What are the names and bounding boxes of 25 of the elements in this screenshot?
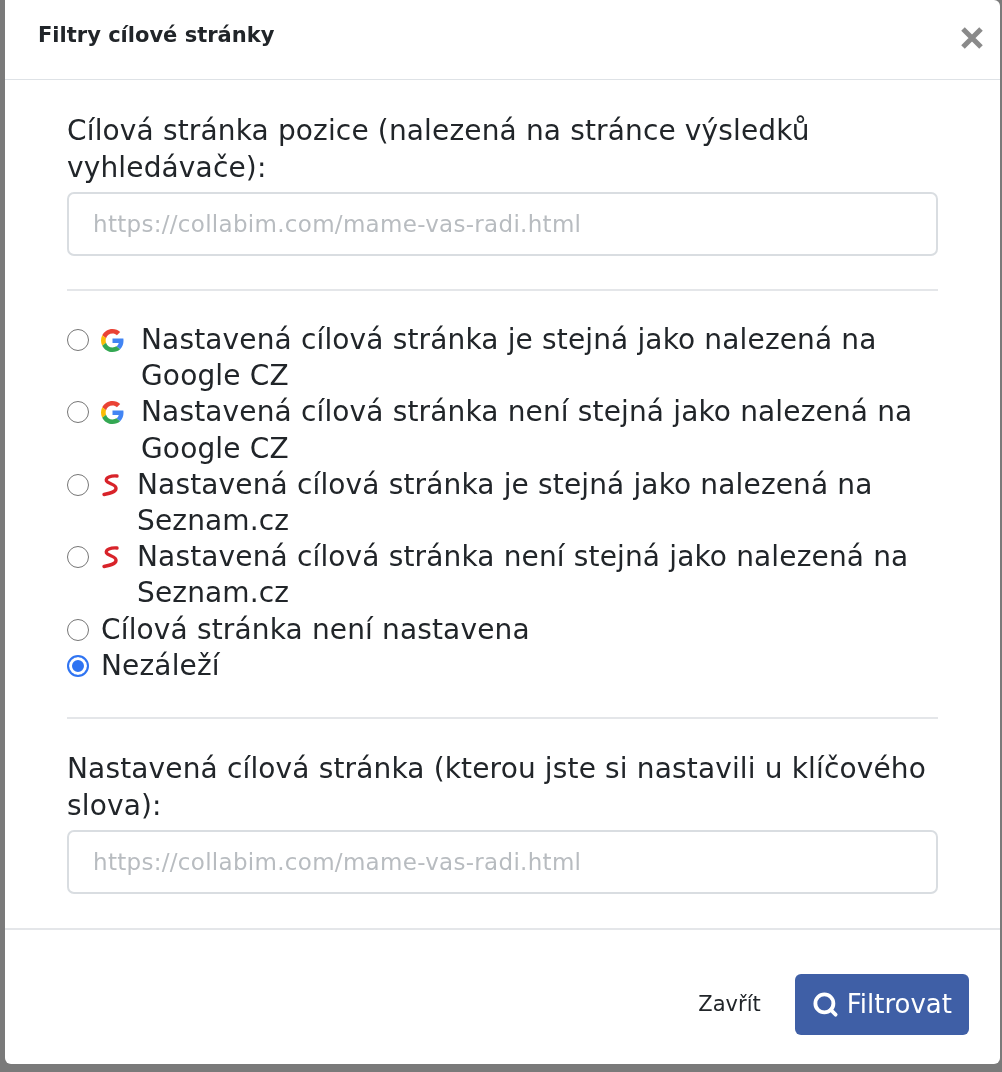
option-label: Nastavená cílová stránka je stejná jako nalezená na Seznam.cz xyxy=(137,466,874,539)
search-icon xyxy=(811,990,839,1018)
option-label: Nezáleží xyxy=(101,647,221,684)
s-squiggle-icon xyxy=(101,545,121,570)
filter-button[interactable]: Filtrovat xyxy=(794,973,969,1035)
field-label: Nastavená cílová stránka (kterou jste si nastavili u klíčového slova): xyxy=(67,751,928,825)
url-field[interactable]: https://collabim.com/mame-vas-radi.html xyxy=(67,192,938,256)
radio-button[interactable] xyxy=(67,473,89,496)
radio-button[interactable] xyxy=(67,329,89,351)
g-letter-icon xyxy=(101,400,124,424)
radio-button[interactable] xyxy=(67,618,89,641)
url-field[interactable]: https://collabim.com/mame-vas-radi.html xyxy=(67,830,938,895)
close-text-button[interactable]: Zavřít xyxy=(698,986,761,1022)
option-label: Cílová stránka není nastavena xyxy=(101,611,531,648)
radio-button[interactable] xyxy=(67,546,89,569)
option-label: Nastavená cílová stránka není stejná jako nalezená na Google CZ xyxy=(141,394,914,467)
close-icon[interactable] xyxy=(960,25,984,50)
radio-button[interactable] xyxy=(67,401,89,424)
option-label: Nastavená cílová stránka není stejná jako nalezená na Seznam.cz xyxy=(137,539,910,612)
dialog-title: Filtry cílové stránky xyxy=(38,22,275,47)
g-letter-icon xyxy=(101,328,124,352)
radio-button[interactable] xyxy=(67,654,89,677)
s-squiggle-icon xyxy=(101,472,121,497)
field-label: Cílová stránka pozice (nalezená na stránce výsledků vyhledávače): xyxy=(67,113,811,186)
option-label: Nastavená cílová stránka je stejná jako nalezená na Google CZ xyxy=(141,322,878,395)
